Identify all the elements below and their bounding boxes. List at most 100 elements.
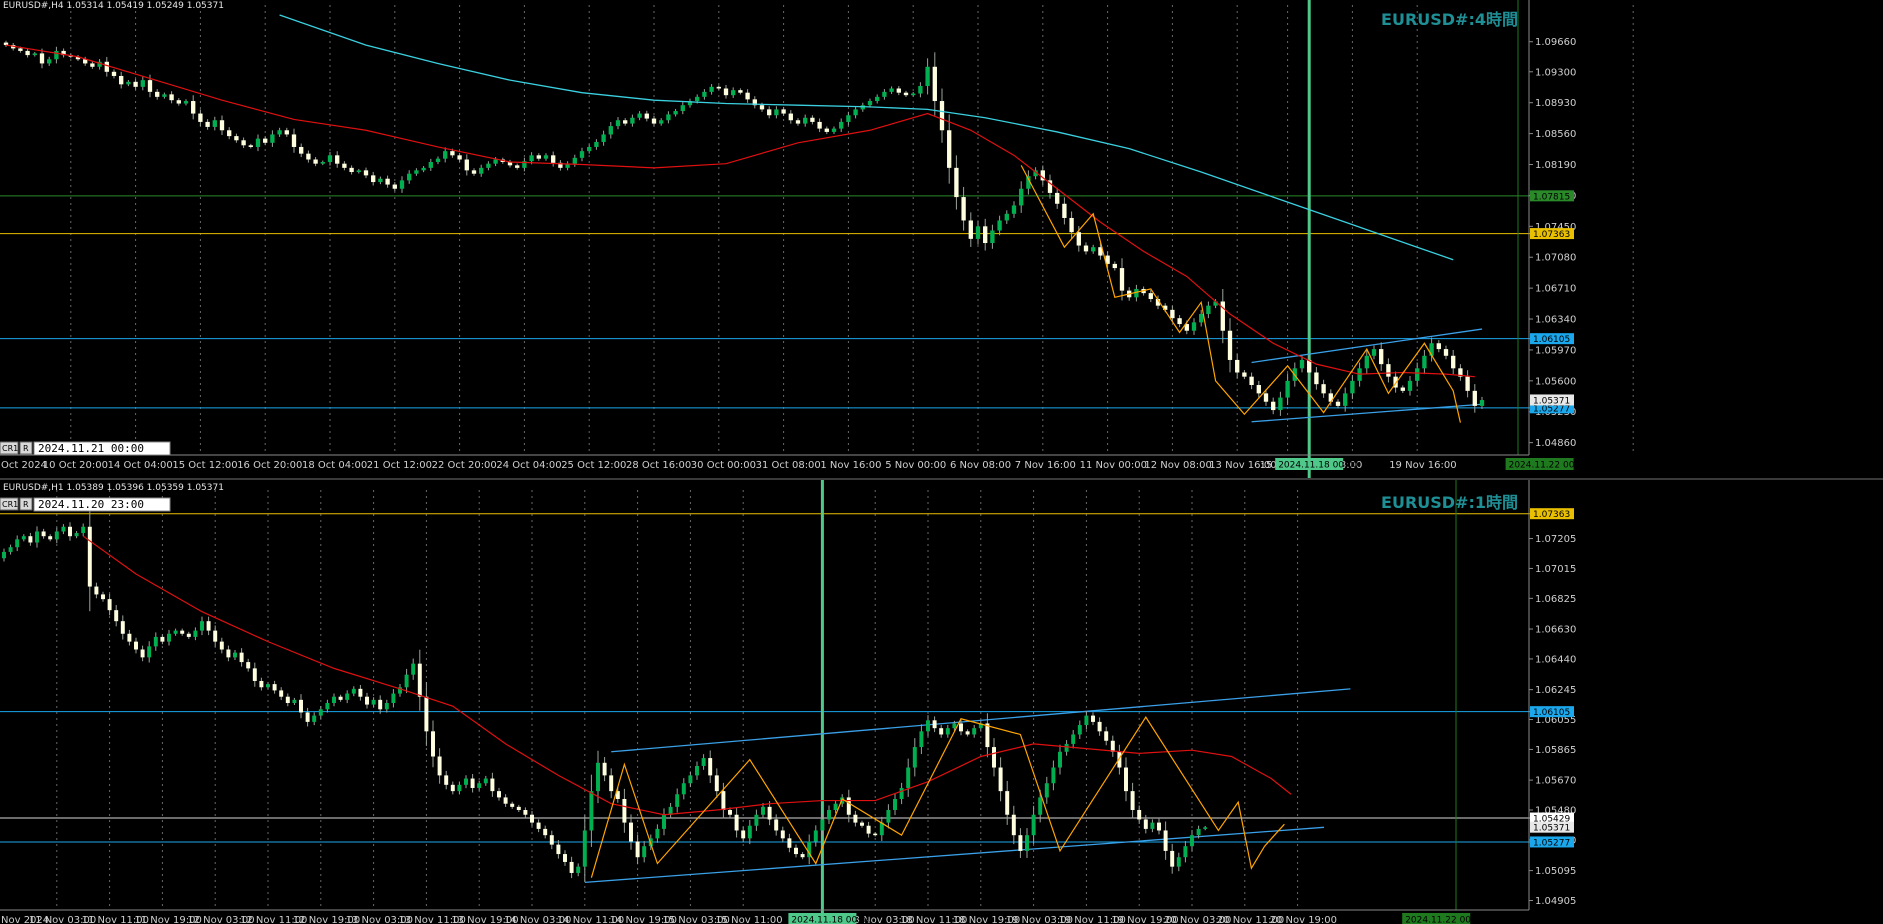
cr1-button[interactable]: CR1 — [0, 497, 19, 511]
candle-body — [1038, 797, 1043, 815]
candle-body — [1299, 359, 1305, 369]
price-tick-label: 1.05095 — [1535, 866, 1576, 877]
candle — [747, 819, 752, 845]
candle-body — [827, 810, 831, 820]
h1-chart-pane[interactable]: 1.07205 1.07015 1.06825 1.06630 1.06440 1.062… — [0, 480, 1883, 924]
candle — [450, 781, 455, 795]
h4-chart-svg[interactable]: 1.09660 1.09300 1.08930 1.08560 1.08190 1.078… — [0, 0, 1883, 478]
candle-body — [371, 699, 376, 705]
candle — [176, 98, 181, 106]
candle-body — [926, 720, 930, 732]
candle — [803, 114, 808, 127]
candle-body — [655, 828, 660, 839]
candle — [1084, 711, 1089, 730]
time-label: 11 Nov 00:00 — [1080, 460, 1147, 471]
candle-body — [1429, 343, 1434, 356]
candle — [745, 89, 750, 103]
candle-body — [61, 526, 66, 532]
candle — [701, 754, 706, 770]
h4-chart-pane[interactable]: 1.09660 1.09300 1.08930 1.08560 1.08190 1.078… — [0, 0, 1883, 478]
candle-body — [695, 765, 699, 776]
candle — [889, 86, 894, 94]
candle-body — [246, 662, 251, 669]
candle-body — [332, 696, 336, 703]
candle-body — [954, 167, 959, 198]
candle — [1379, 342, 1384, 371]
candle — [356, 168, 361, 174]
candle-body — [1091, 247, 1096, 252]
candle-body — [464, 778, 468, 785]
candle-body — [1183, 846, 1188, 858]
candle — [94, 582, 99, 599]
candle-body — [94, 586, 99, 595]
candle — [530, 810, 534, 827]
candle — [507, 159, 513, 168]
candle-body — [569, 861, 574, 873]
time-label: 14 Oct 04:00 — [108, 460, 173, 471]
price-tag-label: 1.07363 — [1533, 230, 1570, 240]
candle-body — [1076, 232, 1081, 246]
channel-lower-line — [1251, 403, 1483, 423]
candle — [127, 629, 132, 646]
candle — [111, 69, 117, 79]
time-label: 15 Oct 12:00 — [172, 460, 237, 471]
candle — [668, 802, 673, 819]
time-label: 25 Oct 12:00 — [561, 460, 626, 471]
candle-body — [1343, 393, 1348, 406]
candle-body — [594, 141, 599, 147]
candle-body — [490, 778, 495, 792]
candle-body — [1062, 203, 1067, 218]
candle — [241, 137, 246, 149]
candle — [824, 126, 829, 135]
candle — [198, 109, 203, 127]
candle-body — [1148, 293, 1153, 299]
candle-body — [919, 731, 924, 748]
candle-body — [1064, 743, 1069, 752]
candle-body — [503, 797, 508, 804]
candle-body — [867, 101, 873, 106]
candle — [212, 116, 217, 131]
candle-body — [399, 180, 405, 189]
candle — [378, 176, 383, 185]
candle-body — [523, 810, 528, 815]
time-label: 22 Oct 20:00 — [432, 460, 497, 471]
price-tick-label: 1.06630 — [1535, 625, 1576, 636]
candle-body — [320, 162, 325, 164]
candle-body — [1321, 384, 1326, 394]
candle-body — [731, 90, 736, 96]
candle — [1062, 197, 1067, 225]
candle-body — [745, 92, 750, 100]
price-tick-label: 1.05865 — [1535, 745, 1576, 756]
current-price-label: 1.05371 — [1533, 396, 1570, 406]
candle-body — [701, 758, 706, 766]
candle-body — [312, 715, 317, 722]
h1-chart-svg[interactable]: 1.07205 1.07015 1.06825 1.06630 1.06440 1.062… — [0, 480, 1883, 924]
candle — [536, 819, 541, 833]
candle-body — [483, 778, 488, 784]
candle — [817, 118, 822, 133]
candle — [28, 532, 33, 546]
candle — [104, 56, 109, 77]
candle — [846, 111, 851, 126]
candle — [407, 170, 412, 184]
candle-body — [688, 775, 693, 784]
r-button[interactable]: R — [19, 441, 33, 455]
candle — [371, 171, 376, 186]
candle-body — [939, 101, 945, 131]
candle-body — [1227, 330, 1233, 360]
candle — [939, 724, 944, 738]
cr1-button[interactable]: CR1 — [0, 441, 19, 455]
candle — [414, 168, 419, 176]
candle-body — [497, 791, 501, 798]
candle-body — [200, 621, 204, 631]
candle-body — [551, 155, 556, 163]
candle-body — [1112, 263, 1117, 269]
candle-body — [162, 94, 167, 97]
candle — [860, 820, 864, 828]
candle-body — [325, 703, 330, 710]
r-button[interactable]: R — [19, 497, 33, 511]
candle — [896, 86, 901, 96]
candle-body — [248, 145, 253, 147]
candle — [551, 151, 556, 167]
candle — [1124, 757, 1128, 802]
